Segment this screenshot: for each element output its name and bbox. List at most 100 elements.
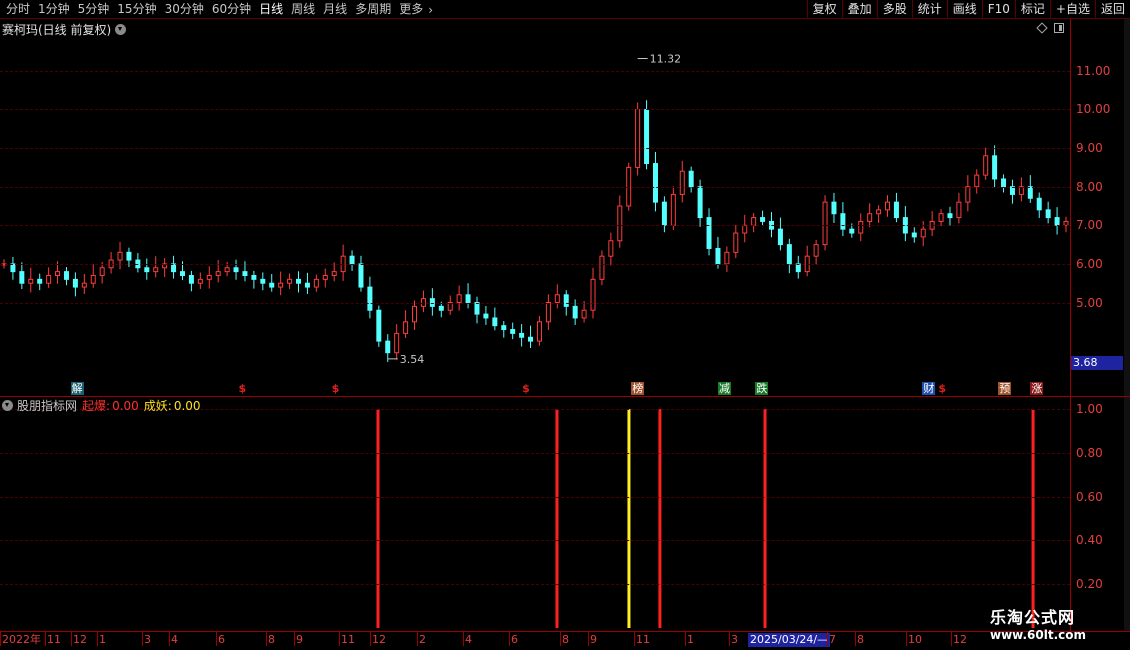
chevron-down-icon[interactable] xyxy=(2,400,13,411)
candle-body xyxy=(849,228,855,234)
candle-body xyxy=(706,217,712,249)
candle-body xyxy=(171,263,177,273)
candle-body xyxy=(126,251,132,261)
indicator-gridline xyxy=(0,584,1070,586)
date-label: 9 xyxy=(296,633,303,646)
event-marker[interactable]: $ xyxy=(331,382,341,395)
candle-body xyxy=(10,263,16,273)
candle-body xyxy=(206,274,212,280)
candle-body xyxy=(697,186,703,219)
current-price-badge: 3.68 xyxy=(1071,356,1123,370)
qibao-label: 起爆: xyxy=(82,399,111,413)
candle-body xyxy=(733,232,739,253)
price-tick-label: 11.00 xyxy=(1076,63,1111,78)
candle-body xyxy=(287,278,293,284)
date-tick xyxy=(266,632,267,646)
date-label: 4 xyxy=(465,633,472,646)
price-tick-label: 8.00 xyxy=(1076,179,1103,194)
chengyao-value: 0.00 xyxy=(173,398,201,413)
candle-body xyxy=(19,271,25,284)
watermark: 乐淘公式网 www.60lt.com xyxy=(990,608,1118,646)
candle-body xyxy=(608,240,614,257)
price-chart[interactable]: 11.32 3.54 xyxy=(0,0,1070,631)
candle-body xyxy=(661,201,667,226)
candle-body xyxy=(893,201,899,219)
event-marker[interactable]: $ xyxy=(521,382,531,395)
candle-body xyxy=(72,278,78,288)
candle-body xyxy=(813,244,819,257)
date-label: 8 xyxy=(268,633,275,646)
date-label: 2 xyxy=(419,633,426,646)
candle-body xyxy=(179,271,185,276)
event-marker[interactable]: $ xyxy=(937,382,947,395)
candle-body xyxy=(322,274,328,280)
price-gridline xyxy=(0,148,1070,150)
date-tick xyxy=(339,632,340,646)
candle-body xyxy=(394,332,400,354)
date-label: 7 xyxy=(829,633,836,646)
date-tick xyxy=(370,632,371,646)
candle-body xyxy=(528,336,534,342)
candle-body xyxy=(572,305,578,319)
event-marker[interactable]: 减 xyxy=(717,382,731,395)
candle-body xyxy=(501,325,507,331)
candle-body xyxy=(670,193,676,226)
candle-body xyxy=(492,317,498,327)
candle-body xyxy=(483,313,489,319)
candle-body xyxy=(1001,178,1007,188)
date-label: 3 xyxy=(144,633,151,646)
candle-body xyxy=(983,155,989,176)
chengyao-label: 成妖: xyxy=(143,399,172,413)
candle-body xyxy=(46,274,52,284)
price-gridline xyxy=(0,109,1070,111)
indicator-name[interactable]: 股朋指标网 xyxy=(17,397,77,414)
candle-body xyxy=(90,274,96,284)
candle-body xyxy=(296,278,302,284)
indicator-tick-label: 0.40 xyxy=(1076,533,1103,548)
event-marker[interactable]: 财 xyxy=(922,382,936,395)
candle-body xyxy=(367,286,373,311)
candle-body xyxy=(358,263,364,288)
candle-body xyxy=(313,278,319,288)
candle-body xyxy=(438,305,444,311)
event-marker[interactable]: 榜 xyxy=(631,382,645,395)
candle-body xyxy=(304,282,310,288)
price-tick-label: 10.00 xyxy=(1076,102,1111,117)
date-tick xyxy=(71,632,72,646)
candle-body xyxy=(644,108,650,165)
candle-body xyxy=(563,294,569,307)
date-tick xyxy=(729,632,730,646)
indicator-tick-label: 0.60 xyxy=(1076,489,1103,504)
candle-body xyxy=(447,302,453,311)
candle-body xyxy=(545,302,551,323)
candle-body xyxy=(153,267,159,273)
event-marker[interactable]: 跌 xyxy=(755,382,769,395)
event-marker[interactable]: 涨 xyxy=(1030,382,1044,395)
candle-body xyxy=(679,170,685,195)
candle-body xyxy=(474,302,480,315)
candle-body xyxy=(777,228,783,246)
candle-body xyxy=(403,321,409,334)
indicator-gridline xyxy=(0,540,1070,542)
candle-body xyxy=(81,282,87,288)
candle-body xyxy=(876,209,882,215)
candle-body xyxy=(751,217,757,226)
event-marker[interactable]: $ xyxy=(238,382,248,395)
event-marker[interactable]: 预 xyxy=(998,382,1012,395)
date-label: 3 xyxy=(731,633,738,646)
candle-body xyxy=(1027,186,1033,199)
candle-body xyxy=(760,217,766,222)
price-gridline xyxy=(0,302,1070,304)
candle-body xyxy=(822,201,828,246)
candle-body xyxy=(269,282,275,288)
date-label: 6 xyxy=(511,633,518,646)
price-tick-label: 6.00 xyxy=(1076,256,1103,271)
price-axis-border xyxy=(1070,19,1071,396)
event-marker[interactable]: 解 xyxy=(70,382,84,395)
candle-body xyxy=(688,170,694,188)
tool-button-8[interactable]: 返回 xyxy=(1094,0,1130,19)
candle-body xyxy=(938,213,944,222)
candle-body xyxy=(590,278,596,311)
candle-body xyxy=(974,174,980,188)
candle-body xyxy=(260,278,266,284)
